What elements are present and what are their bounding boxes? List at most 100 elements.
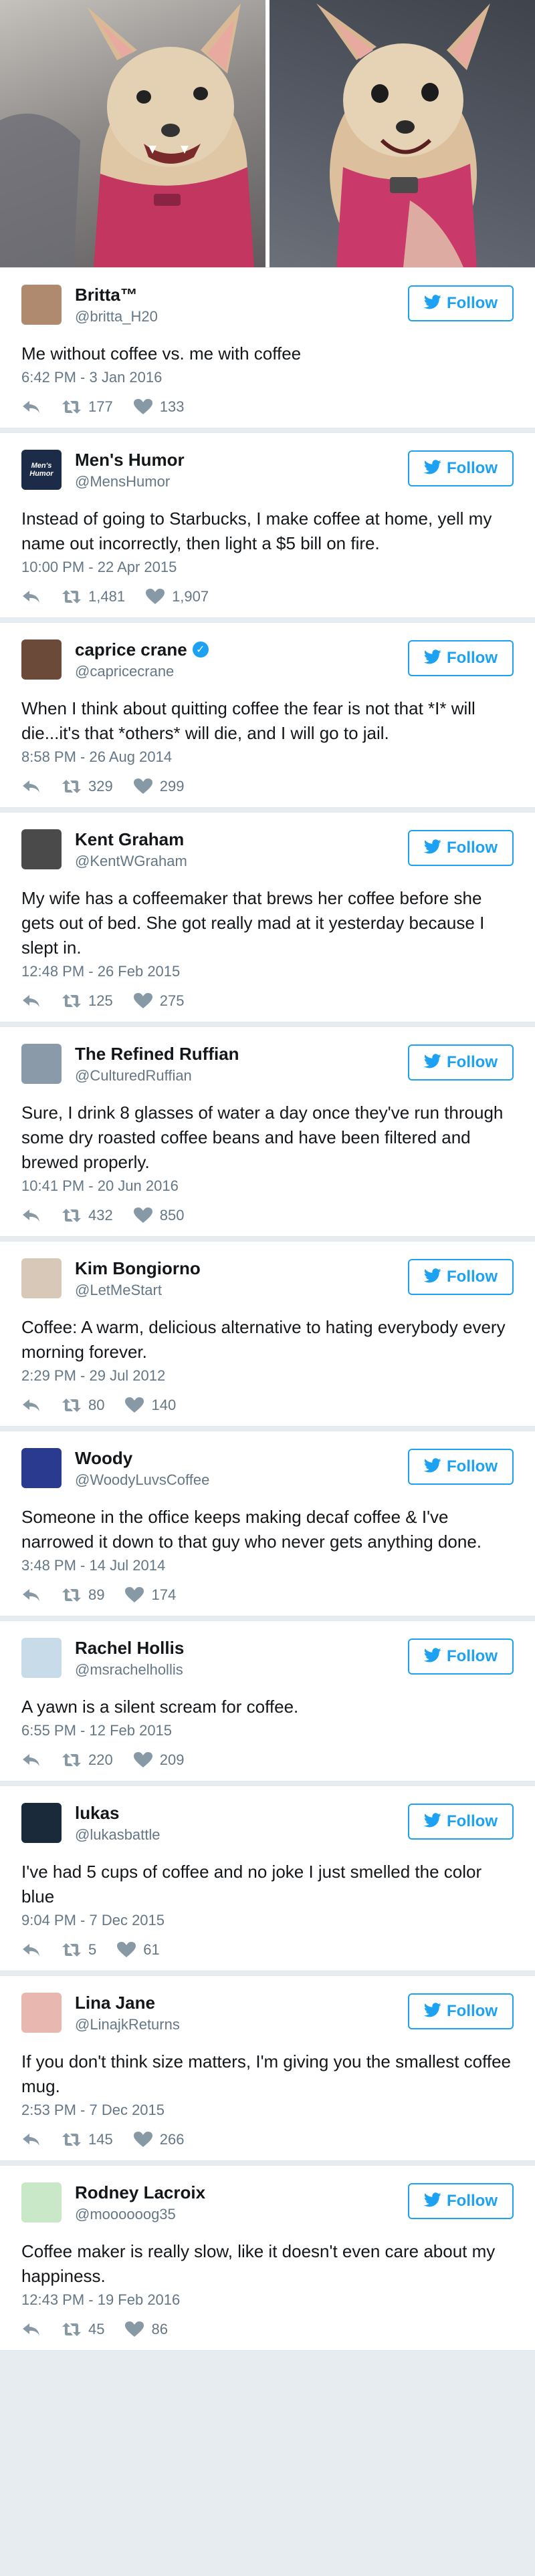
retweet-action[interactable]: 177	[62, 398, 113, 416]
avatar[interactable]: Men's Humor	[21, 450, 62, 490]
retweet-action[interactable]: 1,481	[62, 588, 125, 605]
tweet-timestamp[interactable]: 3:48 PM - 14 Jul 2014	[21, 1557, 514, 1574]
user-handle[interactable]: @CulturedRuffian	[75, 1067, 408, 1085]
like-action[interactable]: 1,907	[145, 588, 209, 605]
tweet-card[interactable]: Kent Graham @KentWGraham Follow My wife …	[0, 812, 535, 1022]
retweet-action[interactable]: 125	[62, 992, 113, 1010]
retweet-action[interactable]: 432	[62, 1207, 113, 1224]
display-name[interactable]: caprice crane ✓	[75, 639, 408, 660]
user-handle[interactable]: @MensHumor	[75, 473, 408, 490]
follow-button[interactable]: Follow	[408, 1638, 514, 1675]
display-name[interactable]: Britta™	[75, 285, 408, 305]
tweet-photo[interactable]	[0, 0, 535, 267]
like-action[interactable]: 266	[133, 2131, 184, 2148]
retweet-action[interactable]: 145	[62, 2131, 113, 2148]
like-action[interactable]: 275	[133, 992, 184, 1010]
avatar[interactable]	[21, 1448, 62, 1488]
display-name[interactable]: Lina Jane	[75, 1993, 408, 2013]
user-handle[interactable]: @britta_H20	[75, 308, 408, 325]
reply-action[interactable]	[21, 398, 41, 416]
avatar[interactable]	[21, 829, 62, 869]
user-handle[interactable]: @WoodyLuvsCoffee	[75, 1471, 408, 1489]
tweet-card[interactable]: Kim Bongiorno @LetMeStart Follow Coffee:…	[0, 1241, 535, 1427]
avatar[interactable]	[21, 639, 62, 680]
avatar[interactable]	[21, 285, 62, 325]
tweet-card[interactable]: Britta™ @britta_H20 Follow Me without co…	[0, 267, 535, 428]
tweet-card[interactable]: caprice crane ✓ @capricecrane Follow Whe…	[0, 622, 535, 808]
display-name-text[interactable]: lukas	[75, 1803, 120, 1824]
avatar[interactable]	[21, 1993, 62, 2033]
tweet-card[interactable]: Rachel Hollis @msrachelhollis Follow A y…	[0, 1620, 535, 1781]
avatar[interactable]	[21, 1044, 62, 1084]
tweet-timestamp[interactable]: 6:42 PM - 3 Jan 2016	[21, 369, 514, 386]
reply-action[interactable]	[21, 2321, 41, 2338]
display-name-text[interactable]: Britta™	[75, 285, 138, 305]
avatar[interactable]	[21, 1258, 62, 1298]
display-name-text[interactable]: Kim Bongiorno	[75, 1258, 201, 1279]
user-handle[interactable]: @msrachelhollis	[75, 1661, 408, 1679]
like-action[interactable]: 133	[133, 398, 184, 416]
display-name-text[interactable]: Woody	[75, 1448, 132, 1469]
display-name-text[interactable]: The Refined Ruffian	[75, 1044, 239, 1064]
display-name[interactable]: Kent Graham	[75, 829, 408, 850]
follow-button[interactable]: Follow	[408, 2183, 514, 2219]
like-action[interactable]: 140	[124, 1397, 176, 1414]
follow-button[interactable]: Follow	[408, 830, 514, 866]
display-name[interactable]: Rodney Lacroix	[75, 2182, 408, 2203]
follow-button[interactable]: Follow	[408, 1993, 514, 2029]
display-name-text[interactable]: Lina Jane	[75, 1993, 155, 2013]
display-name[interactable]: Men's Humor	[75, 450, 408, 470]
tweet-card[interactable]: lukas @lukasbattle Follow I've had 5 cup…	[0, 1785, 535, 1971]
reply-action[interactable]	[21, 1397, 41, 1414]
tweet-timestamp[interactable]: 10:00 PM - 22 Apr 2015	[21, 559, 514, 576]
reply-action[interactable]	[21, 588, 41, 605]
like-action[interactable]: 61	[116, 1941, 160, 1959]
display-name[interactable]: lukas	[75, 1803, 408, 1824]
display-name-text[interactable]: Kent Graham	[75, 829, 184, 850]
user-handle[interactable]: @LinajkReturns	[75, 2016, 408, 2033]
display-name-text[interactable]: Men's Humor	[75, 450, 185, 470]
user-handle[interactable]: @lukasbattle	[75, 1826, 408, 1844]
follow-button[interactable]: Follow	[408, 1259, 514, 1295]
like-action[interactable]: 174	[124, 1586, 176, 1604]
display-name-text[interactable]: Rachel Hollis	[75, 1638, 184, 1659]
retweet-action[interactable]: 5	[62, 1941, 96, 1959]
display-name-text[interactable]: caprice crane	[75, 639, 187, 660]
display-name[interactable]: Rachel Hollis	[75, 1638, 408, 1659]
avatar[interactable]	[21, 2182, 62, 2223]
follow-button[interactable]: Follow	[408, 1804, 514, 1840]
display-name[interactable]: Kim Bongiorno	[75, 1258, 408, 1279]
user-handle[interactable]: @moooooog35	[75, 2206, 408, 2223]
tweet-timestamp[interactable]: 8:58 PM - 26 Aug 2014	[21, 748, 514, 766]
avatar[interactable]	[21, 1638, 62, 1678]
display-name-text[interactable]: Rodney Lacroix	[75, 2182, 205, 2203]
display-name[interactable]: Woody	[75, 1448, 408, 1469]
tweet-card[interactable]: Rodney Lacroix @moooooog35 Follow Coffee…	[0, 2165, 535, 2351]
tweet-timestamp[interactable]: 2:29 PM - 29 Jul 2012	[21, 1367, 514, 1385]
tweet-card[interactable]: The Refined Ruffian @CulturedRuffian Fol…	[0, 1026, 535, 1237]
like-action[interactable]: 86	[124, 2321, 168, 2338]
reply-action[interactable]	[21, 1586, 41, 1604]
retweet-action[interactable]: 45	[62, 2321, 104, 2338]
reply-action[interactable]	[21, 1751, 41, 1769]
retweet-action[interactable]: 220	[62, 1751, 113, 1769]
follow-button[interactable]: Follow	[408, 1044, 514, 1081]
tweet-card[interactable]: Woody @WoodyLuvsCoffee Follow Someone in…	[0, 1431, 535, 1616]
user-handle[interactable]: @capricecrane	[75, 663, 408, 680]
retweet-action[interactable]: 89	[62, 1586, 104, 1604]
tweet-timestamp[interactable]: 12:48 PM - 26 Feb 2015	[21, 963, 514, 980]
user-handle[interactable]: @LetMeStart	[75, 1282, 408, 1299]
reply-action[interactable]	[21, 778, 41, 795]
tweet-timestamp[interactable]: 9:04 PM - 7 Dec 2015	[21, 1912, 514, 1929]
like-action[interactable]: 850	[133, 1207, 184, 1224]
reply-action[interactable]	[21, 1941, 41, 1959]
retweet-action[interactable]: 80	[62, 1397, 104, 1414]
avatar[interactable]	[21, 1803, 62, 1843]
tweet-timestamp[interactable]: 10:41 PM - 20 Jun 2016	[21, 1177, 514, 1195]
tweet-timestamp[interactable]: 6:55 PM - 12 Feb 2015	[21, 1722, 514, 1739]
like-action[interactable]: 299	[133, 778, 184, 795]
tweet-timestamp[interactable]: 12:43 PM - 19 Feb 2016	[21, 2291, 514, 2309]
tweet-timestamp[interactable]: 2:53 PM - 7 Dec 2015	[21, 2102, 514, 2119]
display-name[interactable]: The Refined Ruffian	[75, 1044, 408, 1064]
retweet-action[interactable]: 329	[62, 778, 113, 795]
